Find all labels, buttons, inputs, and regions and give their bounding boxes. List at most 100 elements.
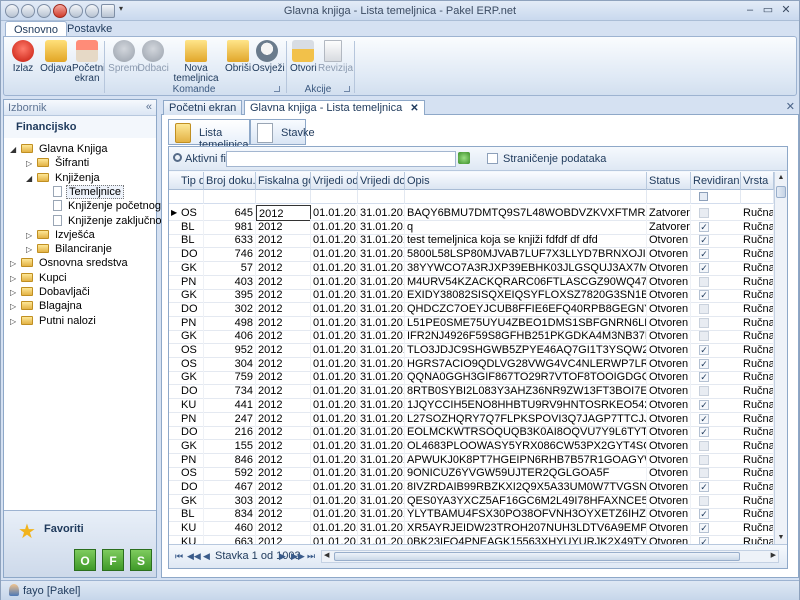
minimize-button[interactable]: – (741, 4, 759, 18)
tree-item[interactable]: ▷ Bilanciranje (26, 242, 114, 256)
revised-checkbox-checked[interactable]: ✓ (699, 290, 709, 301)
tab-lista-temeljnica[interactable]: Glavna knjiga - Lista temeljnica ✕ (244, 100, 425, 116)
revision-button[interactable]: Revizija (318, 40, 353, 84)
revised-checkbox[interactable] (699, 440, 709, 451)
last-page-icon[interactable]: ⏭ (307, 551, 315, 562)
column-header[interactable]: Vrijedi do (358, 172, 405, 190)
column-header[interactable]: Tip do... (179, 172, 204, 190)
tree-item[interactable]: ▷ Putni nalozi (10, 314, 98, 328)
close-tab-icon[interactable]: ✕ (410, 103, 418, 114)
revised-checkbox-checked[interactable]: ✓ (699, 235, 709, 246)
home-screen-button[interactable]: Početni ekran (72, 40, 105, 84)
revised-checkbox[interactable] (699, 331, 709, 342)
filter-cell[interactable] (256, 190, 311, 204)
revised-checkbox-checked[interactable]: ✓ (699, 262, 709, 273)
scroll-up-icon[interactable]: ▲ (775, 172, 787, 184)
filter-cell[interactable] (358, 190, 405, 204)
prev-page-icon[interactable]: ◀◀ (187, 551, 201, 562)
table-cell[interactable]: 0BK23IFQ4PNEAGK15563XHYUYURJK2X49TYHNOXT… (405, 533, 647, 544)
expand-arrow-icon[interactable]: ▷ (10, 272, 18, 286)
filter-row[interactable] (169, 190, 774, 204)
expand-arrow-icon[interactable]: ▷ (10, 257, 18, 271)
open-button[interactable]: Otvori (290, 40, 317, 84)
revised-checkbox[interactable] (699, 276, 709, 287)
paging-checkbox[interactable] (487, 153, 498, 164)
expand-arrow-icon[interactable]: ▷ (10, 315, 18, 329)
table-cell[interactable]: Ručna (741, 533, 774, 544)
discard-button[interactable]: Odbaci (136, 40, 170, 84)
revised-checkbox[interactable] (699, 454, 709, 465)
group-expand-komande-icon[interactable] (274, 86, 280, 92)
table-cell[interactable]: Otvoren (647, 533, 691, 544)
table-cell[interactable]: 2012 (256, 533, 311, 544)
table-cell[interactable]: 663 (204, 533, 256, 544)
filter-input[interactable] (226, 151, 456, 167)
vertical-scrollbar[interactable]: ▲ ▼ (774, 172, 787, 544)
filter-cell[interactable] (169, 190, 204, 204)
filter-cell[interactable] (204, 190, 256, 204)
favorites-s-button[interactable]: S (130, 549, 152, 571)
revised-checkbox-checked[interactable]: ✓ (699, 372, 709, 383)
expand-arrow-icon[interactable]: ▷ (26, 229, 34, 243)
table-cell[interactable]: 01.01.2012 (311, 533, 358, 544)
tree-item[interactable]: ▷ Dobavljači (10, 285, 92, 299)
favorites-f-button[interactable]: F (102, 549, 124, 571)
horizontal-scrollbar[interactable]: ◀ ▶ (321, 550, 779, 563)
column-header[interactable]: Opis (405, 172, 647, 190)
expand-arrow-icon[interactable]: ▷ (26, 243, 34, 257)
column-header[interactable]: Vrijedi od (311, 172, 358, 190)
ribbon-tab-postavke[interactable]: Postavke (59, 21, 120, 37)
table-row[interactable]: KU663201201.01.201231.01.20120BK23IFQ4PN… (169, 533, 774, 544)
expand-arrow-icon[interactable]: ▷ (26, 157, 34, 171)
revised-checkbox-checked[interactable]: ✓ (699, 509, 709, 520)
revised-checkbox[interactable] (699, 386, 709, 397)
tab-pocetni-ekran[interactable]: Početni ekran (163, 100, 243, 115)
tree-item[interactable]: Temeljnice (42, 184, 124, 199)
scroll-left-icon[interactable]: ◀ (324, 551, 329, 559)
logout-button[interactable]: Odjava (40, 40, 72, 84)
subtab-stavke[interactable]: Stavke (250, 119, 315, 145)
revised-checkbox[interactable] (699, 495, 709, 506)
collapse-arrow-icon[interactable]: ◢ (26, 172, 34, 186)
revised-checkbox-checked[interactable]: ✓ (699, 413, 709, 424)
column-header[interactable]: Status (647, 172, 691, 190)
next-record-icon[interactable]: ▶ (279, 551, 286, 562)
maximize-button[interactable]: ▭ (759, 4, 777, 18)
tree-item[interactable]: ▷ Kupci (10, 271, 69, 285)
close-document-icon[interactable]: ✕ (786, 100, 795, 113)
revised-checkbox-checked[interactable]: ✓ (699, 249, 709, 260)
group-expand-akcije-icon[interactable] (344, 86, 350, 92)
table-cell[interactable]: 31.01.2012 (358, 533, 405, 544)
column-header[interactable]: Fiskalna godina (256, 172, 311, 190)
expand-arrow-icon[interactable]: ▷ (10, 286, 18, 300)
tree-item[interactable]: ▷ Šifranti (26, 156, 91, 170)
collapse-sidebar-icon[interactable]: « (146, 101, 152, 113)
scroll-right-icon[interactable]: ▶ (771, 551, 776, 559)
column-header[interactable]: Broj doku... (204, 172, 256, 190)
revised-checkbox-checked[interactable]: ✓ (699, 482, 709, 492)
tree-item[interactable]: ◢ Glavna Knjiga (10, 142, 110, 156)
revised-checkbox-checked[interactable]: ✓ (699, 358, 709, 369)
revised-checkbox[interactable] (699, 208, 709, 218)
scroll-thumb[interactable] (776, 186, 786, 198)
exit-button[interactable]: Izlaz (8, 40, 38, 84)
revised-checkbox-checked[interactable]: ✓ (699, 399, 709, 410)
table-cell[interactable]: KU (179, 533, 204, 544)
tree-item[interactable]: ◢ Knjiženja (26, 171, 102, 185)
tree-item[interactable]: ▷ Osnovna sredstva (10, 256, 130, 270)
scroll-down-icon[interactable]: ▼ (775, 532, 787, 544)
refresh-button[interactable]: Osvježi (252, 40, 285, 84)
first-page-icon[interactable]: ⏮ (175, 551, 183, 562)
close-window-button[interactable]: ✕ (777, 4, 795, 18)
revised-checkbox-checked[interactable]: ✓ (699, 221, 709, 232)
tree-item[interactable]: ▷ Izvješća (26, 228, 97, 242)
favorites-o-button[interactable]: O (74, 549, 96, 571)
hscroll-thumb[interactable] (334, 552, 740, 561)
revised-checkbox-checked[interactable]: ✓ (699, 523, 709, 534)
filter-cell[interactable] (741, 190, 774, 204)
column-header[interactable]: Revidirana (691, 172, 741, 190)
revised-checkbox[interactable] (699, 303, 709, 314)
expand-arrow-icon[interactable]: ▷ (10, 300, 18, 314)
revised-checkbox-checked[interactable]: ✓ (699, 345, 709, 355)
new-temeljnica-button[interactable]: Nova temeljnica (168, 40, 224, 84)
